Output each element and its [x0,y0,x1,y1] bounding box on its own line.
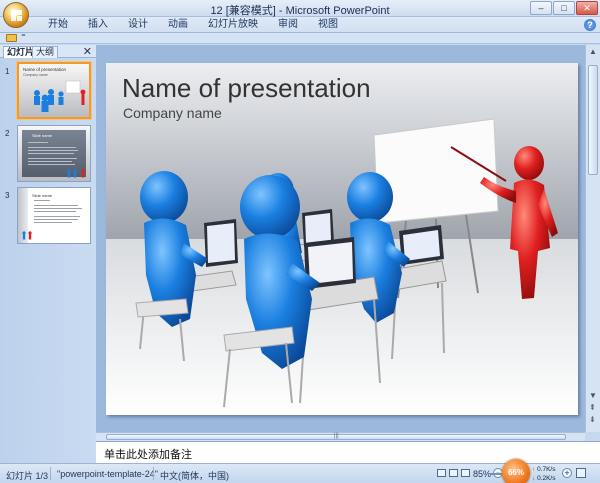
thumb-title: Name of presentation [23,67,67,72]
title-bar: 12 [兼容模式] - Microsoft PowerPoint – □ ✕ [0,0,600,17]
zoom-level[interactable]: 85% [473,469,491,479]
previous-slide-icon[interactable]: ⇞ [589,403,596,412]
template-name: "powerpoint-template-24" [57,469,158,479]
tab-view[interactable]: 视图 [308,18,348,32]
normal-view-icon[interactable] [437,469,446,477]
tab-design[interactable]: 设计 [118,18,158,32]
tab-home[interactable]: 开始 [38,18,78,32]
tab-insert[interactable]: 插入 [78,18,118,32]
slide-counter: 幻灯片 1/3 [6,471,49,481]
zoom-in-icon[interactable]: + [562,468,572,478]
download-arrow-icon: ↓ [532,475,536,482]
slideshow-view-icon[interactable] [461,469,470,477]
scroll-up-icon[interactable]: ▲ [589,47,597,56]
minimize-button[interactable]: – [530,1,552,15]
upload-speed: ↑ 0.7K/s [532,466,556,473]
thumb-people-image [22,231,32,240]
tab-outline[interactable]: 大纲 [32,46,59,58]
speed-badge[interactable]: 66% [502,459,530,483]
slide-thumbnail-3[interactable]: Slide name [17,187,91,244]
maximize-button[interactable]: □ [553,1,575,15]
slide-number: 2 [5,129,10,138]
fit-to-window-icon[interactable] [576,468,586,478]
slide-sorter-view-icon[interactable] [449,469,458,477]
tab-review[interactable]: 审阅 [268,18,308,32]
tab-animations[interactable]: 动画 [158,18,198,32]
office-logo-icon [11,10,22,21]
slide-subtitle[interactable]: Company name [123,105,222,121]
current-slide[interactable]: Name of presentation Company name [106,63,578,415]
notes-pane[interactable]: 单击此处添加备注 [96,441,600,463]
thumb-title: Slide name [32,133,53,138]
help-icon[interactable]: ? [584,19,596,31]
close-button[interactable]: ✕ [576,1,598,15]
slide-number: 3 [5,191,10,200]
scroll-down-icon[interactable]: ▼ [589,391,597,400]
open-folder-icon[interactable] [6,34,17,42]
slide-number: 1 [5,67,10,76]
thumb-title: Slide name [32,193,53,198]
window-title: 12 [兼容模式] - Microsoft PowerPoint [210,5,390,17]
download-speed: ↓ 0.2K/s [532,475,556,482]
vertical-scrollbar[interactable]: ▲ ▼ ⇞ ⇟ [585,45,600,432]
next-slide-icon[interactable]: ⇟ [589,415,596,424]
thumb-subtitle: Company name [23,73,48,77]
slide-thumbnail-1[interactable]: Name of presentation Company name [17,62,91,119]
notes-placeholder[interactable]: 单击此处添加备注 [104,446,192,462]
horizontal-scrollbar[interactable]: ||| [96,432,585,441]
office-button[interactable] [3,2,29,28]
ribbon-tabs: 开始 插入 设计 动画 幻灯片放映 审阅 视图 [38,18,348,32]
ribbon-tabs-bar: 开始 插入 设计 动画 幻灯片放映 审阅 视图 ? [0,17,600,33]
powerpoint-window: 12 [兼容模式] - Microsoft PowerPoint – □ ✕ 开… [0,0,600,483]
quick-access-toolbar: ⁼ [0,32,600,44]
slides-pane: 幻灯片 大纲 ✕ 1 Name of presentation Company … [0,45,96,463]
qat-customize-button[interactable]: ⁼ [21,32,26,43]
pane-tabs: 幻灯片 大纲 ✕ [0,45,96,58]
vertical-scroll-thumb[interactable] [588,65,598,175]
scroll-grip-icon: ||| [334,433,339,439]
slide-thumbnail-2[interactable]: Slide name [17,125,91,182]
thumb-people-image [67,168,85,178]
upload-arrow-icon: ↑ [532,466,536,473]
tab-slideshow[interactable]: 幻灯片放映 [198,18,268,32]
window-controls: – □ ✕ [530,1,598,15]
language-indicator[interactable]: 中文(简体，中国) [160,469,229,482]
slide-title[interactable]: Name of presentation [122,73,371,104]
thumb-classroom-image [34,80,86,112]
pane-close-icon[interactable]: ✕ [83,45,92,58]
